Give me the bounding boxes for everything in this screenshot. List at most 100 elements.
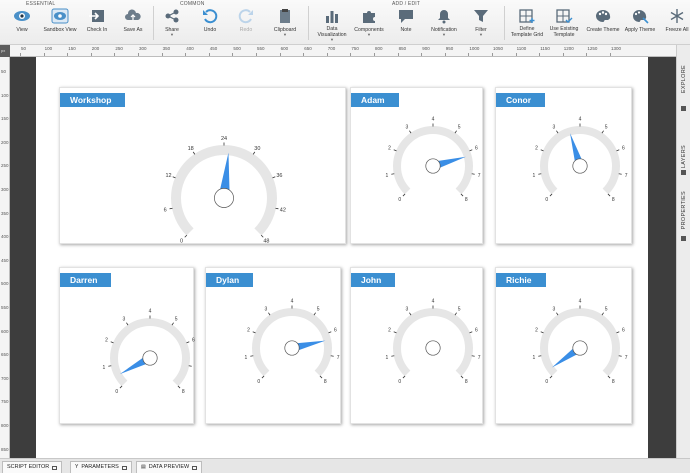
tab-properties[interactable]: PROPERTIES [677, 185, 690, 235]
ruler-tick [539, 53, 541, 56]
gauge-tick [616, 149, 620, 152]
apply-theme-button[interactable]: Apply Theme [623, 8, 657, 42]
gauge-tick [184, 234, 188, 238]
ruler-label: 350 [162, 46, 171, 51]
gauge-tick-label: 48 [263, 238, 269, 244]
ruler-tick [397, 53, 399, 56]
gauge-tick-label: 8 [465, 197, 468, 203]
gauge-tick-label: 18 [188, 146, 194, 152]
use-existing-template-button[interactable]: Use Existing Template [546, 8, 582, 42]
ruler-left: 50 100 150 200 250 300 350 400 450 500 550 600 650 70… [0, 57, 10, 458]
gauge-tick-label: 5 [605, 125, 608, 131]
note-icon [399, 10, 413, 23]
gauge-panel[interactable]: Adam 0 1 2 3 4 5 6 7 8 [350, 87, 483, 244]
tab-script-editor[interactable]: SCRIPT EDITOR [2, 461, 63, 473]
gauge-tick [454, 130, 457, 134]
ruler-tick [468, 53, 470, 56]
gauge-tick-label: 7 [625, 173, 628, 179]
gauge-tick [469, 149, 473, 152]
ruler-label: 150 [68, 46, 76, 51]
gauge-panel[interactable]: John 0 1 2 3 4 5 6 7 8 [350, 267, 483, 424]
gauge-tick [469, 331, 473, 334]
notification-button[interactable]: Notification ▼ [428, 8, 460, 42]
gauge-tick-label: 3 [405, 307, 408, 313]
gauge-tick-label: 1 [386, 173, 389, 179]
gauge-chart: 0 1 2 3 4 5 6 7 8 [386, 117, 481, 203]
existing-template-icon [556, 9, 573, 23]
toolbar: ESSENTIAL COMMON ADD / EDIT View Sandbox… [0, 0, 690, 45]
ruler-tick [562, 53, 564, 56]
components-button[interactable]: Components ▼ [352, 8, 386, 42]
ruler-label: 700 [327, 46, 336, 51]
data-visualization-button[interactable]: Data Visualization ▼ [314, 8, 350, 42]
palette-brush-icon [633, 10, 649, 24]
gauge-tick-label: 0 [115, 389, 118, 395]
properties-tab-icon [677, 233, 690, 243]
create-theme-button[interactable]: Create Theme [585, 8, 621, 42]
gauge-tick [549, 193, 553, 197]
tab-explore[interactable]: EXPLORE [677, 53, 690, 105]
gauge-tick-label: 1 [245, 355, 248, 361]
gauge-tick-label: 5 [605, 307, 608, 313]
sandbox-view-button[interactable]: Sandbox View [40, 8, 80, 42]
gauge-tick [319, 375, 323, 379]
gauge-hub [214, 188, 234, 208]
gauge-tick-label: 6 [334, 328, 337, 334]
chevron-down-icon: ▼ [330, 37, 334, 42]
group-label-add-edit: ADD / EDIT [392, 1, 421, 7]
bell-icon [438, 10, 450, 24]
ruler-tick [185, 53, 187, 56]
gauge-tick-label: 6 [192, 338, 195, 344]
ruler-label: 100 [1, 92, 9, 98]
tab-parameters[interactable]: Y PARAMETERS [70, 461, 132, 473]
gauge-tick-label: 4 [432, 299, 435, 305]
gauge-tick [540, 149, 544, 152]
ruler-label: 1200 [563, 46, 574, 51]
gauge-hub [284, 340, 300, 356]
snowflake-icon [670, 9, 684, 23]
gauge-tick-label: 2 [247, 328, 250, 334]
ruler-label: 900 [422, 46, 430, 51]
share-button[interactable]: Share ▼ [160, 8, 184, 42]
gauge-panel[interactable]: Conor 0 1 2 3 4 5 6 7 8 [495, 87, 632, 244]
gauge-panel[interactable]: Dylan 0 1 2 3 4 5 6 7 8 [205, 267, 341, 424]
gauge-hub [425, 158, 441, 174]
gauge-tick-label: 4 [291, 299, 294, 305]
gauge-tick-label: 7 [478, 355, 481, 361]
tab-data-preview[interactable]: ▤ DATA PREVIEW [136, 461, 203, 473]
gauge-panel[interactable]: Workshop 0 6 12 18 24 30 36 42 48 [59, 87, 346, 244]
chevron-down-icon: ▼ [367, 32, 371, 37]
gauge-chart: 0 1 2 3 4 5 6 7 8 [245, 299, 340, 385]
clipboard-button[interactable]: Clipboard ▼ [270, 8, 300, 42]
gauge-chart: 0 1 2 3 4 5 6 7 8 [533, 299, 628, 385]
ruler-label: 1100 [516, 46, 527, 51]
view-button[interactable]: View [10, 8, 34, 42]
gauge-chart: 0 1 2 3 4 5 6 7 8 [533, 117, 628, 203]
check-in-button[interactable]: Check In [84, 8, 110, 42]
gauge-tick [328, 331, 332, 334]
panel-icon [192, 465, 198, 470]
define-template-grid-button[interactable]: Define Template Grid [510, 8, 544, 42]
ruler-label: 800 [1, 423, 9, 428]
freeze-all-button[interactable]: Freeze All [664, 8, 690, 42]
gauge-tick-label: 0 [545, 379, 548, 385]
ruler-tick [444, 53, 446, 56]
ruler-tick [350, 53, 352, 56]
dashboard-canvas[interactable]: Workshop 0 6 12 18 24 30 36 42 48 Adam 0 1 2 3 4 5 6 7 8 Con… [36, 57, 648, 458]
gauge-tick [402, 193, 406, 197]
ruler-tick [610, 53, 611, 56]
gauge-panel[interactable]: Richie 0 1 2 3 4 5 6 7 8 [495, 267, 632, 424]
gauge-tick [556, 130, 559, 134]
ruler-label: 450 [1, 257, 9, 263]
filter-icon: Y [75, 464, 79, 470]
gauge-tick [177, 385, 181, 389]
save-as-button[interactable]: Save As [120, 8, 146, 42]
gauge-panel[interactable]: Darren012345678 [59, 267, 195, 424]
undo-button[interactable]: Undo [198, 8, 222, 42]
gauge-tick-label: 3 [552, 125, 555, 131]
ruler-label: 400 [186, 46, 194, 51]
gauge-tick [172, 176, 176, 179]
filter-button[interactable]: Filter ▼ [470, 8, 492, 42]
redo-button[interactable]: Redo [234, 8, 258, 42]
note-button[interactable]: Note [394, 8, 418, 42]
